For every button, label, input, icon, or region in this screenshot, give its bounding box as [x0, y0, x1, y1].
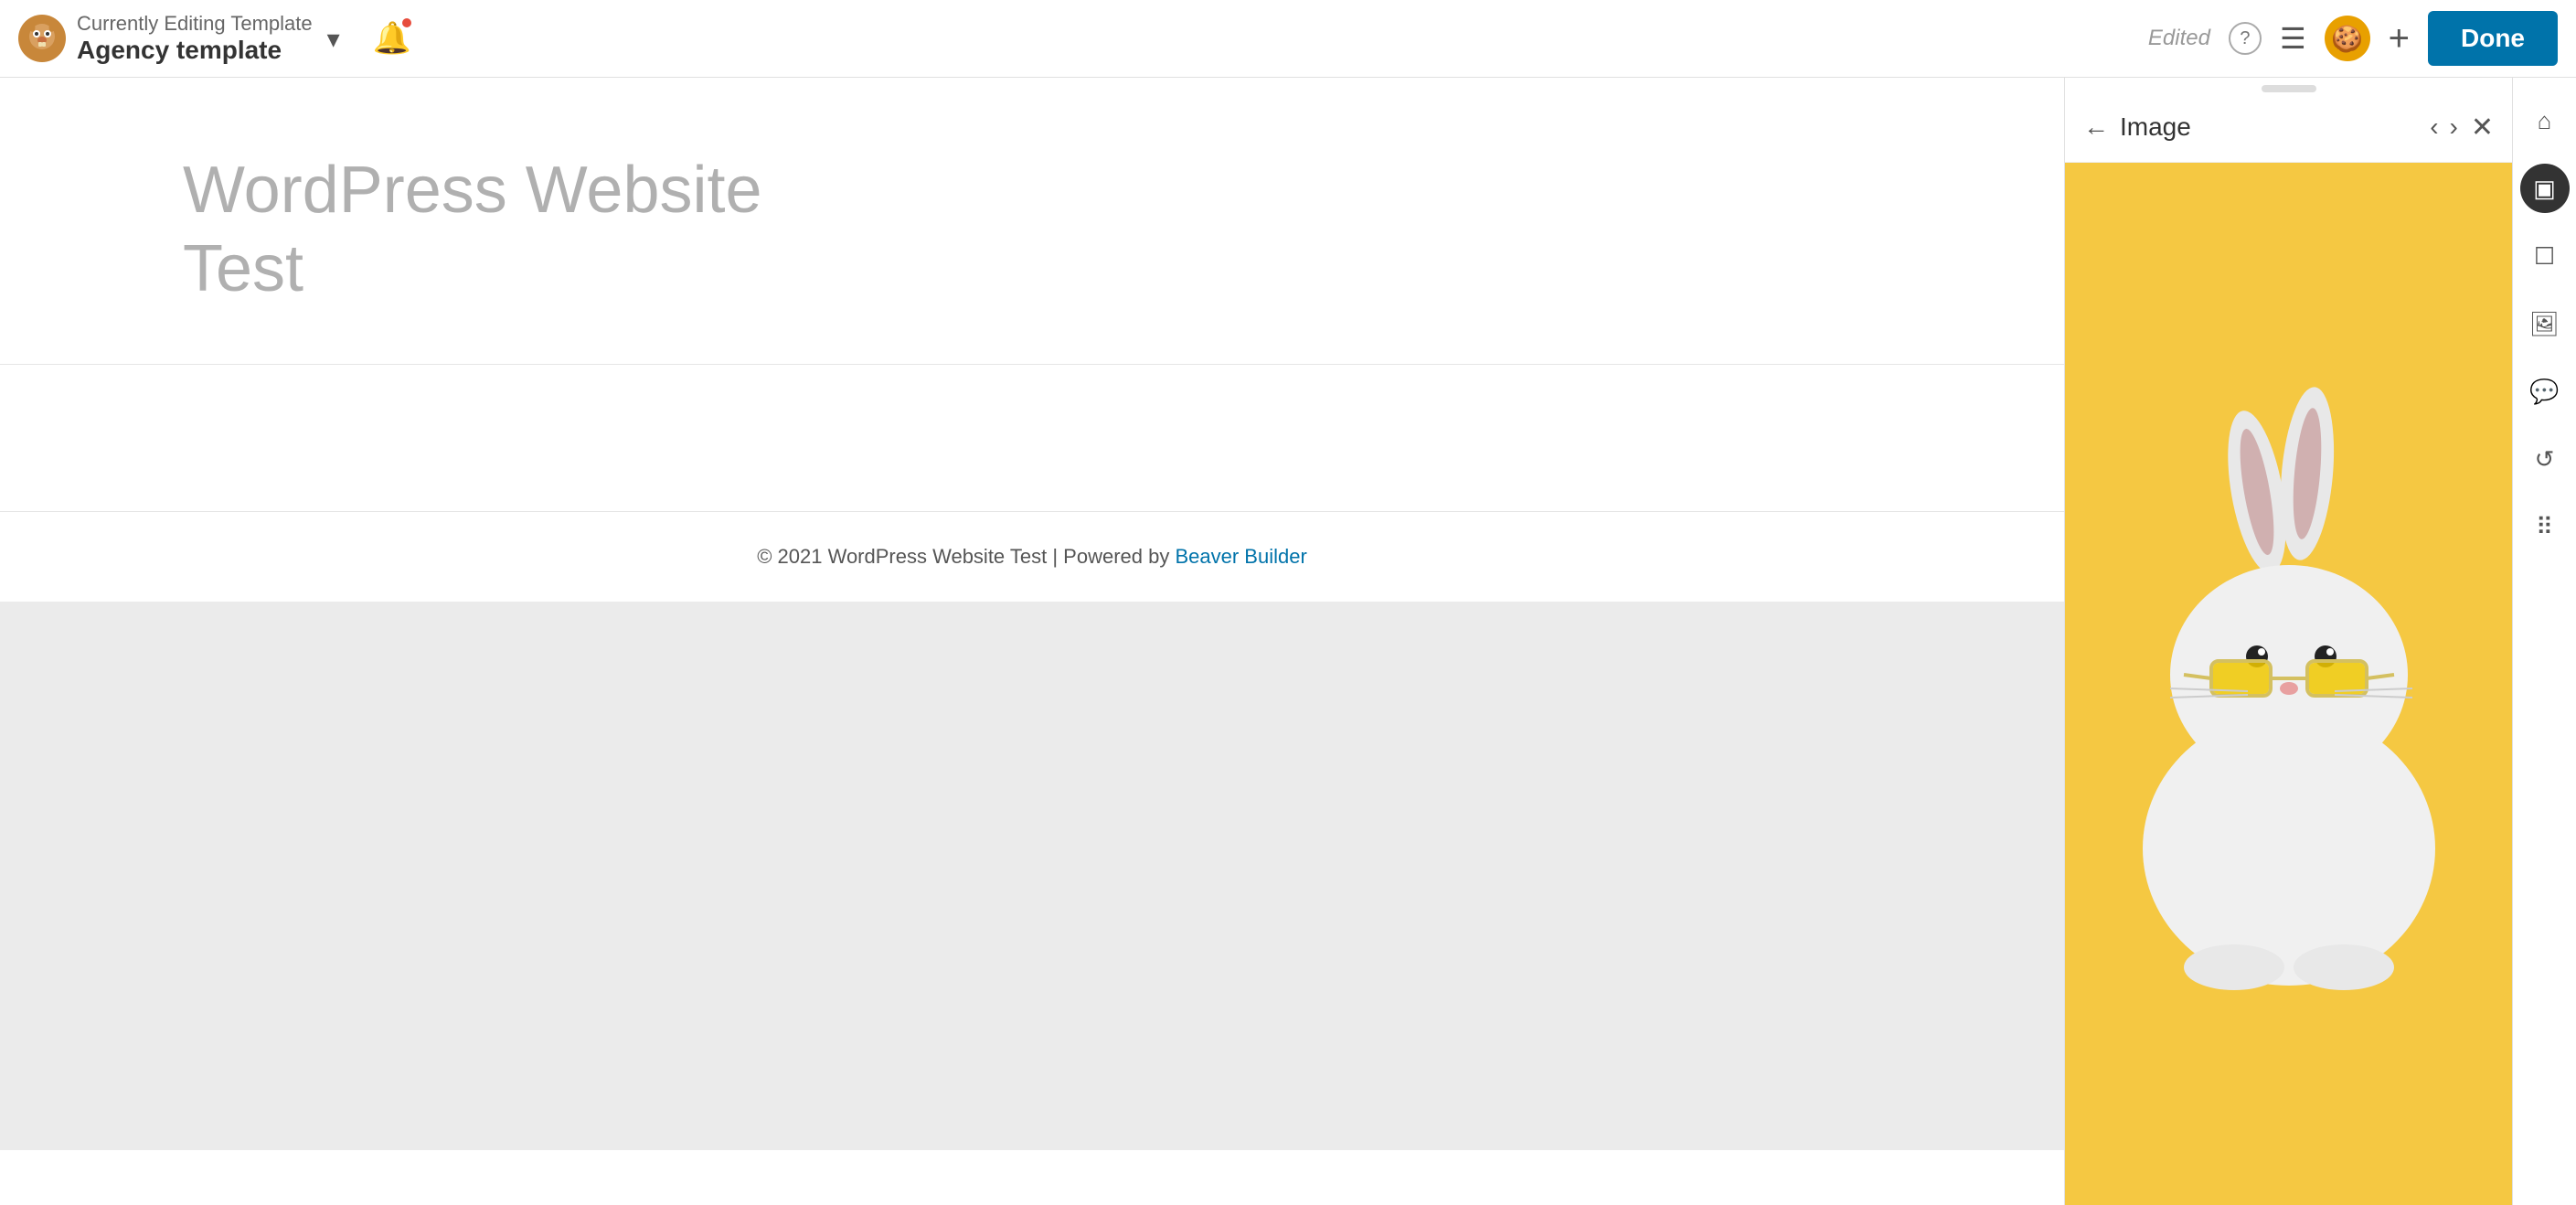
- comment-icon: 💬: [2529, 378, 2559, 406]
- cookie-icon: 🍪: [2325, 16, 2370, 61]
- cookie-button[interactable]: 🍪: [2325, 16, 2370, 61]
- main-content: WordPress Website Test © 2021 WordPress …: [0, 78, 2576, 1205]
- far-right-sidebar: ⌂ ▣ ☐ 🖼 💬 ↺ ⠿: [2512, 78, 2576, 1205]
- top-bar: Currently Editing Template Agency templa…: [0, 0, 2576, 78]
- canvas-header: WordPress Website Test: [0, 78, 2064, 364]
- template-sidebar-button[interactable]: ▣: [2520, 164, 2570, 213]
- canvas-footer: © 2021 WordPress Website Test | Powered …: [0, 512, 2064, 602]
- home-icon: ⌂: [2538, 107, 2552, 135]
- document-sidebar-button[interactable]: ☐: [2520, 231, 2570, 281]
- footer-text: © 2021 WordPress Website Test | Powered …: [757, 545, 1175, 568]
- document-icon: ☐: [2534, 242, 2555, 271]
- panel-close-button[interactable]: ✕: [2471, 112, 2494, 144]
- refresh-icon: ↺: [2535, 445, 2555, 474]
- edited-status: Edited: [2148, 26, 2210, 51]
- chevron-left-icon: ‹: [2430, 112, 2438, 141]
- plus-icon: +: [2389, 18, 2410, 59]
- grid-sidebar-button[interactable]: ⠿: [2520, 502, 2570, 551]
- canvas-background-section: [0, 602, 2064, 1150]
- top-right-actions: Edited ? ☰ 🍪 + Done: [2148, 11, 2558, 66]
- refresh-sidebar-button[interactable]: ↺: [2520, 434, 2570, 484]
- home-sidebar-button[interactable]: ⌂: [2520, 96, 2570, 145]
- comment-sidebar-button[interactable]: 💬: [2520, 367, 2570, 416]
- add-button[interactable]: +: [2389, 18, 2410, 59]
- panel-header: ← Image ‹ › ✕: [2065, 92, 2512, 163]
- list-icon: ☰: [2280, 22, 2306, 55]
- template-icon: ▣: [2533, 175, 2556, 203]
- notifications-button[interactable]: 🔔: [366, 13, 419, 64]
- panel-back-button[interactable]: ←: [2083, 112, 2109, 142]
- footer-link[interactable]: Beaver Builder: [1175, 545, 1306, 568]
- image-icon: 🖼: [2529, 310, 2560, 338]
- template-dropdown-button[interactable]: ▾: [320, 16, 347, 61]
- chevron-down-icon: ▾: [327, 25, 340, 53]
- canvas-area: WordPress Website Test © 2021 WordPress …: [0, 78, 2064, 1205]
- image-sidebar-button[interactable]: 🖼: [2520, 299, 2570, 348]
- canvas-title-line2: Test: [183, 232, 303, 305]
- logo-area: Currently Editing Template Agency templa…: [18, 12, 313, 65]
- arrow-left-icon: ←: [2083, 112, 2109, 141]
- done-button[interactable]: Done: [2428, 11, 2558, 66]
- panel-prev-button[interactable]: ‹: [2424, 107, 2443, 147]
- beaver-logo: [18, 15, 66, 62]
- panel-drag-handle: [2262, 85, 2316, 92]
- help-button[interactable]: ?: [2229, 22, 2262, 55]
- question-icon: ?: [2240, 28, 2250, 49]
- panel-title: Image: [2120, 112, 2424, 142]
- panel-image-container: [2065, 163, 2512, 1205]
- currently-editing-label: Currently Editing Template: [77, 12, 313, 36]
- panel-next-button[interactable]: ›: [2444, 107, 2464, 147]
- template-info: Currently Editing Template Agency templa…: [77, 12, 313, 65]
- grid-icon: ⠿: [2536, 513, 2553, 541]
- canvas-title: WordPress Website Test: [183, 151, 2009, 309]
- canvas-empty-section: [0, 365, 2064, 511]
- notification-dot: [402, 18, 411, 27]
- chevron-right-icon: ›: [2450, 112, 2458, 141]
- right-panel: ← Image ‹ › ✕: [2064, 78, 2512, 1205]
- bunny-image: [2065, 163, 2512, 1205]
- list-view-button[interactable]: ☰: [2280, 21, 2306, 56]
- canvas-title-line1: WordPress Website: [183, 154, 762, 227]
- agency-template-name: Agency template: [77, 36, 313, 65]
- close-icon: ✕: [2471, 112, 2494, 143]
